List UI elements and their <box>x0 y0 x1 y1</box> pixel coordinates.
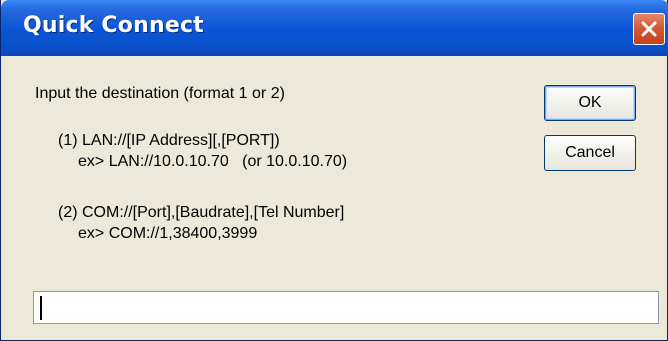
close-icon <box>641 21 657 37</box>
quick-connect-dialog: Quick Connect Input the destination (for… <box>0 0 668 341</box>
format2-syntax: (2) COM://[Port],[Baudrate],[Tel Number] <box>58 204 345 221</box>
close-button[interactable] <box>633 13 665 45</box>
format2-example: ex> COM://1,38400,3999 <box>78 225 258 242</box>
dialog-body: Input the destination (format 1 or 2) (1… <box>1 56 668 341</box>
dialog-title: Quick Connect <box>23 13 204 38</box>
text-caret <box>40 296 42 320</box>
format1-syntax: (1) LAN://[IP Address][,[PORT]) <box>58 132 280 149</box>
format1-example: ex> LAN://10.0.10.70 (or 10.0.10.70) <box>78 153 348 170</box>
title-bar[interactable]: Quick Connect <box>1 0 668 56</box>
prompt-label: Input the destination (format 1 or 2) <box>35 85 285 102</box>
cancel-button[interactable]: Cancel <box>544 135 636 171</box>
destination-input[interactable] <box>33 291 659 324</box>
ok-button[interactable]: OK <box>544 85 636 121</box>
